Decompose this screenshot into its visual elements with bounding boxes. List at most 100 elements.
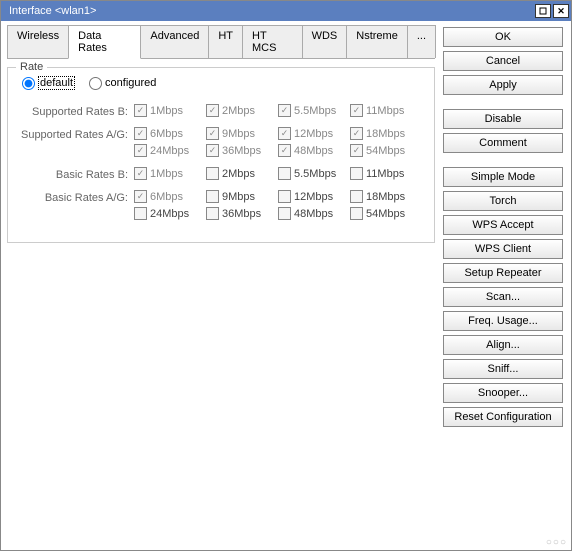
rate-mode-radio-group: default configured [16,76,426,90]
checkbox-icon [278,167,291,180]
rate-value-label: 48Mbps [294,145,333,157]
tab-wireless[interactable]: Wireless [7,25,69,58]
minimize-button[interactable] [535,4,551,18]
rate-value-label: 12Mbps [294,191,333,203]
rate-checkbox[interactable]: 5.5Mbps [278,104,350,117]
reset-configuration-button[interactable]: Reset Configuration [443,407,563,427]
rate-checkbox[interactable]: 5.5Mbps [278,167,350,180]
scan-button[interactable]: Scan... [443,287,563,307]
apply-button[interactable]: Apply [443,75,563,95]
tab-ht-mcs[interactable]: HT MCS [242,25,303,58]
rate-checkbox[interactable]: 18Mbps [350,190,422,203]
rate-checks: 6Mbps 9Mbps 12Mbps 18Mbps 24Mbps 36Mbps 48Mbps… [134,190,422,224]
checkbox-icon [134,207,147,220]
rate-checkbox[interactable]: 1Mbps [134,104,206,117]
rate-checkbox[interactable]: 11Mbps [350,167,422,180]
rate-checkbox[interactable]: 6Mbps [134,127,206,140]
interface-window: Interface <wlan1> ✕ WirelessData RatesAd… [0,0,572,551]
rate-label: Supported Rates A/G: [16,127,134,141]
rate-value-label: 1Mbps [150,168,183,180]
rate-checkbox[interactable]: 48Mbps [278,207,350,220]
radio-configured-input[interactable] [89,77,102,90]
rate-checkbox[interactable]: 6Mbps [134,190,206,203]
checkbox-icon [134,190,147,203]
checkbox-icon [350,207,363,220]
rate-value-label: 18Mbps [366,191,405,203]
tab-wds[interactable]: WDS [302,25,348,58]
radio-default-input[interactable] [22,77,35,90]
rate-checkbox[interactable]: 24Mbps [134,207,206,220]
torch-button[interactable]: Torch [443,191,563,211]
rate-value-label: 1Mbps [150,105,183,117]
resize-grip[interactable]: ○○○ [546,537,567,548]
rate-checkbox[interactable]: 2Mbps [206,104,278,117]
rate-checkbox[interactable]: 1Mbps [134,167,206,180]
tab--[interactable]: ... [407,25,436,58]
freq-usage-button[interactable]: Freq. Usage... [443,311,563,331]
rate-value-label: 24Mbps [150,145,189,157]
sniff-button[interactable]: Sniff... [443,359,563,379]
checkbox-icon [134,104,147,117]
disable-button[interactable]: Disable [443,109,563,129]
checkbox-icon [350,104,363,117]
rate-checkbox[interactable]: 2Mbps [206,167,278,180]
checkbox-icon [206,190,219,203]
checkbox-icon [206,104,219,117]
rate-label: Basic Rates A/G: [16,190,134,204]
rate-value-label: 5.5Mbps [294,168,336,180]
checkbox-icon [350,167,363,180]
checkbox-icon [206,127,219,140]
rate-label: Basic Rates B: [16,167,134,181]
rate-value-label: 11Mbps [366,105,404,117]
rate-checkbox[interactable]: 48Mbps [278,144,350,157]
button-separator [443,99,563,105]
button-column: OK Cancel Apply Disable Comment Simple Mode To… [441,21,571,550]
snooper-button[interactable]: Snooper... [443,383,563,403]
setup-repeater-button[interactable]: Setup Repeater [443,263,563,283]
rate-checkbox[interactable]: 36Mbps [206,207,278,220]
checkbox-icon [206,144,219,157]
titlebar: Interface <wlan1> ✕ [1,1,571,21]
rate-checkbox[interactable]: 9Mbps [206,190,278,203]
rate-value-label: 2Mbps [222,168,255,180]
comment-button[interactable]: Comment [443,133,563,153]
radio-default[interactable]: default [22,76,75,90]
cancel-button[interactable]: Cancel [443,51,563,71]
rate-value-label: 24Mbps [150,208,189,220]
checkbox-icon [278,104,291,117]
rate-value-label: 12Mbps [294,128,333,140]
rate-value-label: 6Mbps [150,191,183,203]
rate-checkbox[interactable]: 18Mbps [350,127,422,140]
align-button[interactable]: Align... [443,335,563,355]
radio-configured[interactable]: configured [89,77,156,90]
rate-value-label: 48Mbps [294,208,333,220]
rate-checkbox[interactable]: 12Mbps [278,190,350,203]
rate-checkbox[interactable]: 11Mbps [350,104,422,117]
tab-advanced[interactable]: Advanced [140,25,209,58]
wps-accept-button[interactable]: WPS Accept [443,215,563,235]
rate-checkbox[interactable]: 12Mbps [278,127,350,140]
rate-value-label: 5.5Mbps [294,105,336,117]
close-button[interactable]: ✕ [553,4,569,18]
fieldset-legend: Rate [16,61,47,73]
rate-checkbox[interactable]: 54Mbps [350,207,422,220]
checkbox-icon [134,144,147,157]
rate-rows: Supported Rates B:1Mbps2Mbps5.5Mbps11Mbp… [16,104,426,224]
checkbox-icon [206,207,219,220]
tab-nstreme[interactable]: Nstreme [346,25,408,58]
rate-checkbox[interactable]: 36Mbps [206,144,278,157]
rate-checkbox[interactable]: 9Mbps [206,127,278,140]
rate-row: Supported Rates B:1Mbps2Mbps5.5Mbps11Mbp… [16,104,426,121]
wps-client-button[interactable]: WPS Client [443,239,563,259]
rate-row: Supported Rates A/G:6Mbps9Mbps 12Mbps 18Mb… [16,127,426,161]
rate-value-label: 9Mbps [222,191,255,203]
tab-data-rates[interactable]: Data Rates [68,25,141,59]
window-title: Interface <wlan1> [9,5,96,17]
ok-button[interactable]: OK [443,27,563,47]
rate-value-label: 36Mbps [222,208,261,220]
rate-checkbox[interactable]: 54Mbps [350,144,422,157]
simple-mode-button[interactable]: Simple Mode [443,167,563,187]
rate-checkbox[interactable]: 24Mbps [134,144,206,157]
tab-ht[interactable]: HT [208,25,243,58]
rate-checks: 6Mbps9Mbps 12Mbps 18Mbps 24Mbps 36Mbps 48Mbps… [134,127,422,161]
